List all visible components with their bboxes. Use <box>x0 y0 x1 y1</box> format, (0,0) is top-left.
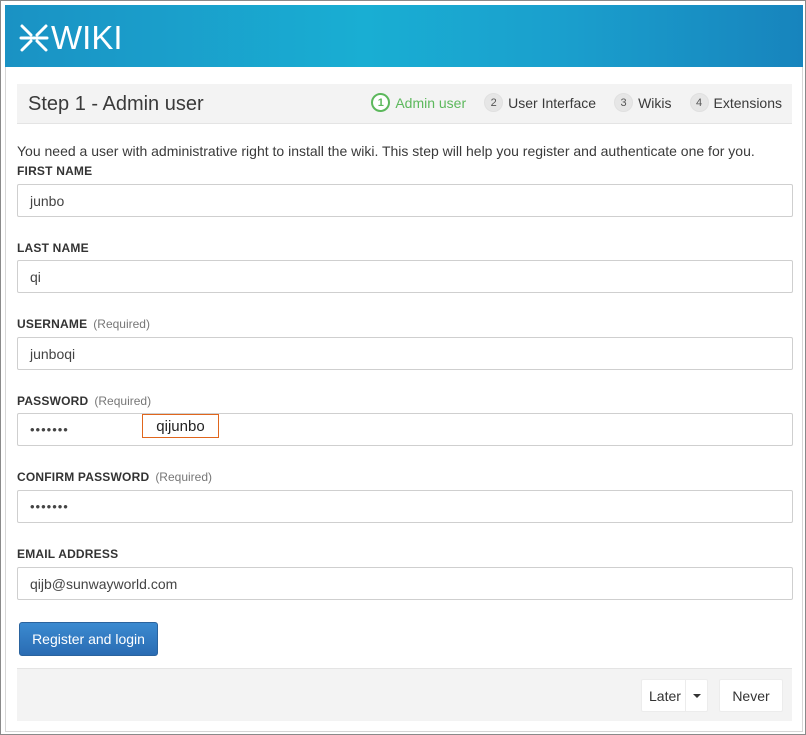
email-label-text: EMAIL ADDRESS <box>17 547 119 561</box>
last-name-label: LAST NAME <box>17 241 89 255</box>
username-value: junboqi <box>30 345 76 362</box>
confirm-password-value: ••••••• <box>30 499 69 514</box>
password-annotation: qijunbo <box>142 414 219 438</box>
main-content: Step 1 - Admin user 1 Admin user 2 User … <box>5 67 803 732</box>
password-value: ••••••• <box>30 422 69 437</box>
step-wikis[interactable]: 3 Wikis <box>614 93 672 112</box>
username-field[interactable]: junboqi <box>17 337 793 370</box>
intro-text: You need a user with administrative righ… <box>17 143 755 159</box>
step-label: Admin user <box>395 94 467 111</box>
first-name-label: FIRST NAME <box>17 164 92 178</box>
first-name-field[interactable]: junbo <box>17 184 793 217</box>
step-number: 3 <box>614 93 634 112</box>
step-label: Extensions <box>713 94 782 111</box>
later-label: Later <box>649 687 681 704</box>
step-user-interface[interactable]: 2 User Interface <box>484 93 596 112</box>
chevron-down-icon[interactable] <box>685 680 707 711</box>
header-banner: WIKI <box>5 5 803 67</box>
caret-shape <box>692 693 701 698</box>
password-field[interactable]: ••••••• <box>17 413 793 446</box>
step-number: 4 <box>689 93 709 112</box>
never-button[interactable]: Never <box>719 679 783 712</box>
password-label: PASSWORD (Required) <box>17 394 151 408</box>
username-required: (Required) <box>93 317 150 331</box>
password-label-text: PASSWORD <box>17 394 89 408</box>
step-number: 2 <box>484 93 504 112</box>
step-label: Wikis <box>638 94 672 111</box>
email-value: qijb@sunwayworld.com <box>30 575 178 592</box>
username-label-text: USERNAME <box>17 317 88 331</box>
step-extensions[interactable]: 4 Extensions <box>689 93 782 112</box>
step-title: Step 1 - Admin user <box>28 93 204 115</box>
steps-nav: 1 Admin user 2 User Interface 3 Wikis 4 … <box>353 93 782 112</box>
email-label: EMAIL ADDRESS <box>17 547 118 561</box>
step-number: 1 <box>371 93 391 112</box>
confirm-password-label-text: CONFIRM PASSWORD <box>17 470 150 484</box>
last-name-field[interactable]: qi <box>17 260 793 293</box>
xwiki-x-icon <box>19 24 49 52</box>
footer-bar: Later Never <box>17 668 792 721</box>
window-frame: WIKI Step 1 - Admin user 1 Admin user 2 … <box>0 0 806 735</box>
xwiki-logo: WIKI <box>19 21 123 55</box>
confirm-password-required: (Required) <box>155 470 213 484</box>
first-name-label-text: FIRST NAME <box>17 164 93 178</box>
register-and-login-button[interactable]: Register and login <box>19 622 158 656</box>
username-label: USERNAME (Required) <box>17 317 150 331</box>
confirm-password-field[interactable]: ••••••• <box>17 490 793 523</box>
step-bar: Step 1 - Admin user 1 Admin user 2 User … <box>17 84 792 124</box>
last-name-label-text: LAST NAME <box>17 241 89 255</box>
step-admin-user[interactable]: 1 Admin user <box>371 93 466 112</box>
last-name-value: qi <box>30 268 41 285</box>
first-name-value: junbo <box>30 192 65 209</box>
confirm-password-label: CONFIRM PASSWORD (Required) <box>17 470 212 484</box>
step-label: User Interface <box>508 94 597 111</box>
later-button[interactable]: Later <box>641 679 708 712</box>
email-field[interactable]: qijb@sunwayworld.com <box>17 567 793 600</box>
logo-text: WIKI <box>51 19 123 56</box>
password-required: (Required) <box>94 394 152 408</box>
